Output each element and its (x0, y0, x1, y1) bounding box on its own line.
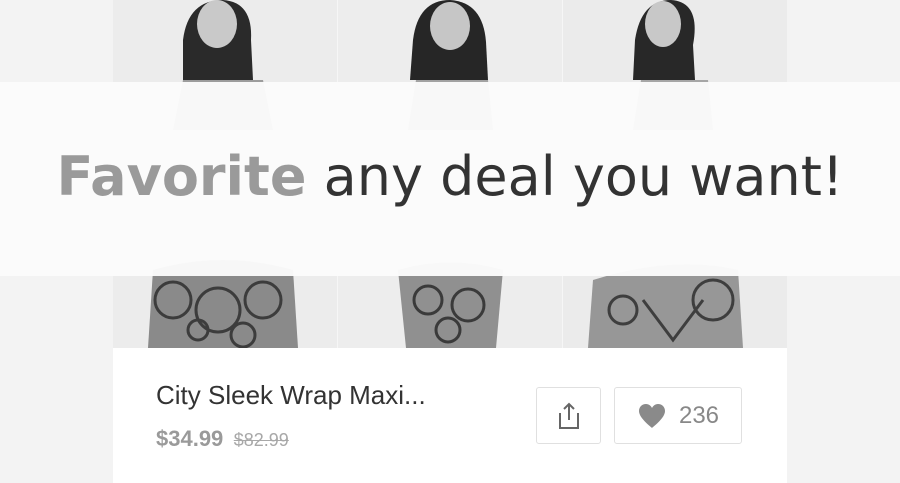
sale-price: $34.99 (156, 426, 224, 451)
original-price: $82.99 (233, 430, 289, 450)
heart-icon (638, 403, 665, 428)
favorite-count: 236 (678, 401, 720, 429)
favorite-button[interactable]: 236 (614, 387, 742, 444)
promo-banner: Favorite any deal you want! (0, 82, 900, 276)
promo-highlight: Favorite (56, 144, 307, 208)
promo-headline: Favorite any deal you want! (56, 145, 843, 208)
price-row: $34.99 $82.99 (156, 426, 289, 452)
deal-title[interactable]: City Sleek Wrap Maxi... (156, 380, 426, 411)
share-button[interactable] (536, 387, 601, 444)
app-screen: City Sleek Wrap Maxi... $34.99 $82.99 23… (0, 0, 900, 483)
promo-rest: any deal you want! (306, 144, 844, 208)
share-icon (558, 402, 579, 429)
deal-info: City Sleek Wrap Maxi... $34.99 $82.99 23… (113, 348, 787, 483)
